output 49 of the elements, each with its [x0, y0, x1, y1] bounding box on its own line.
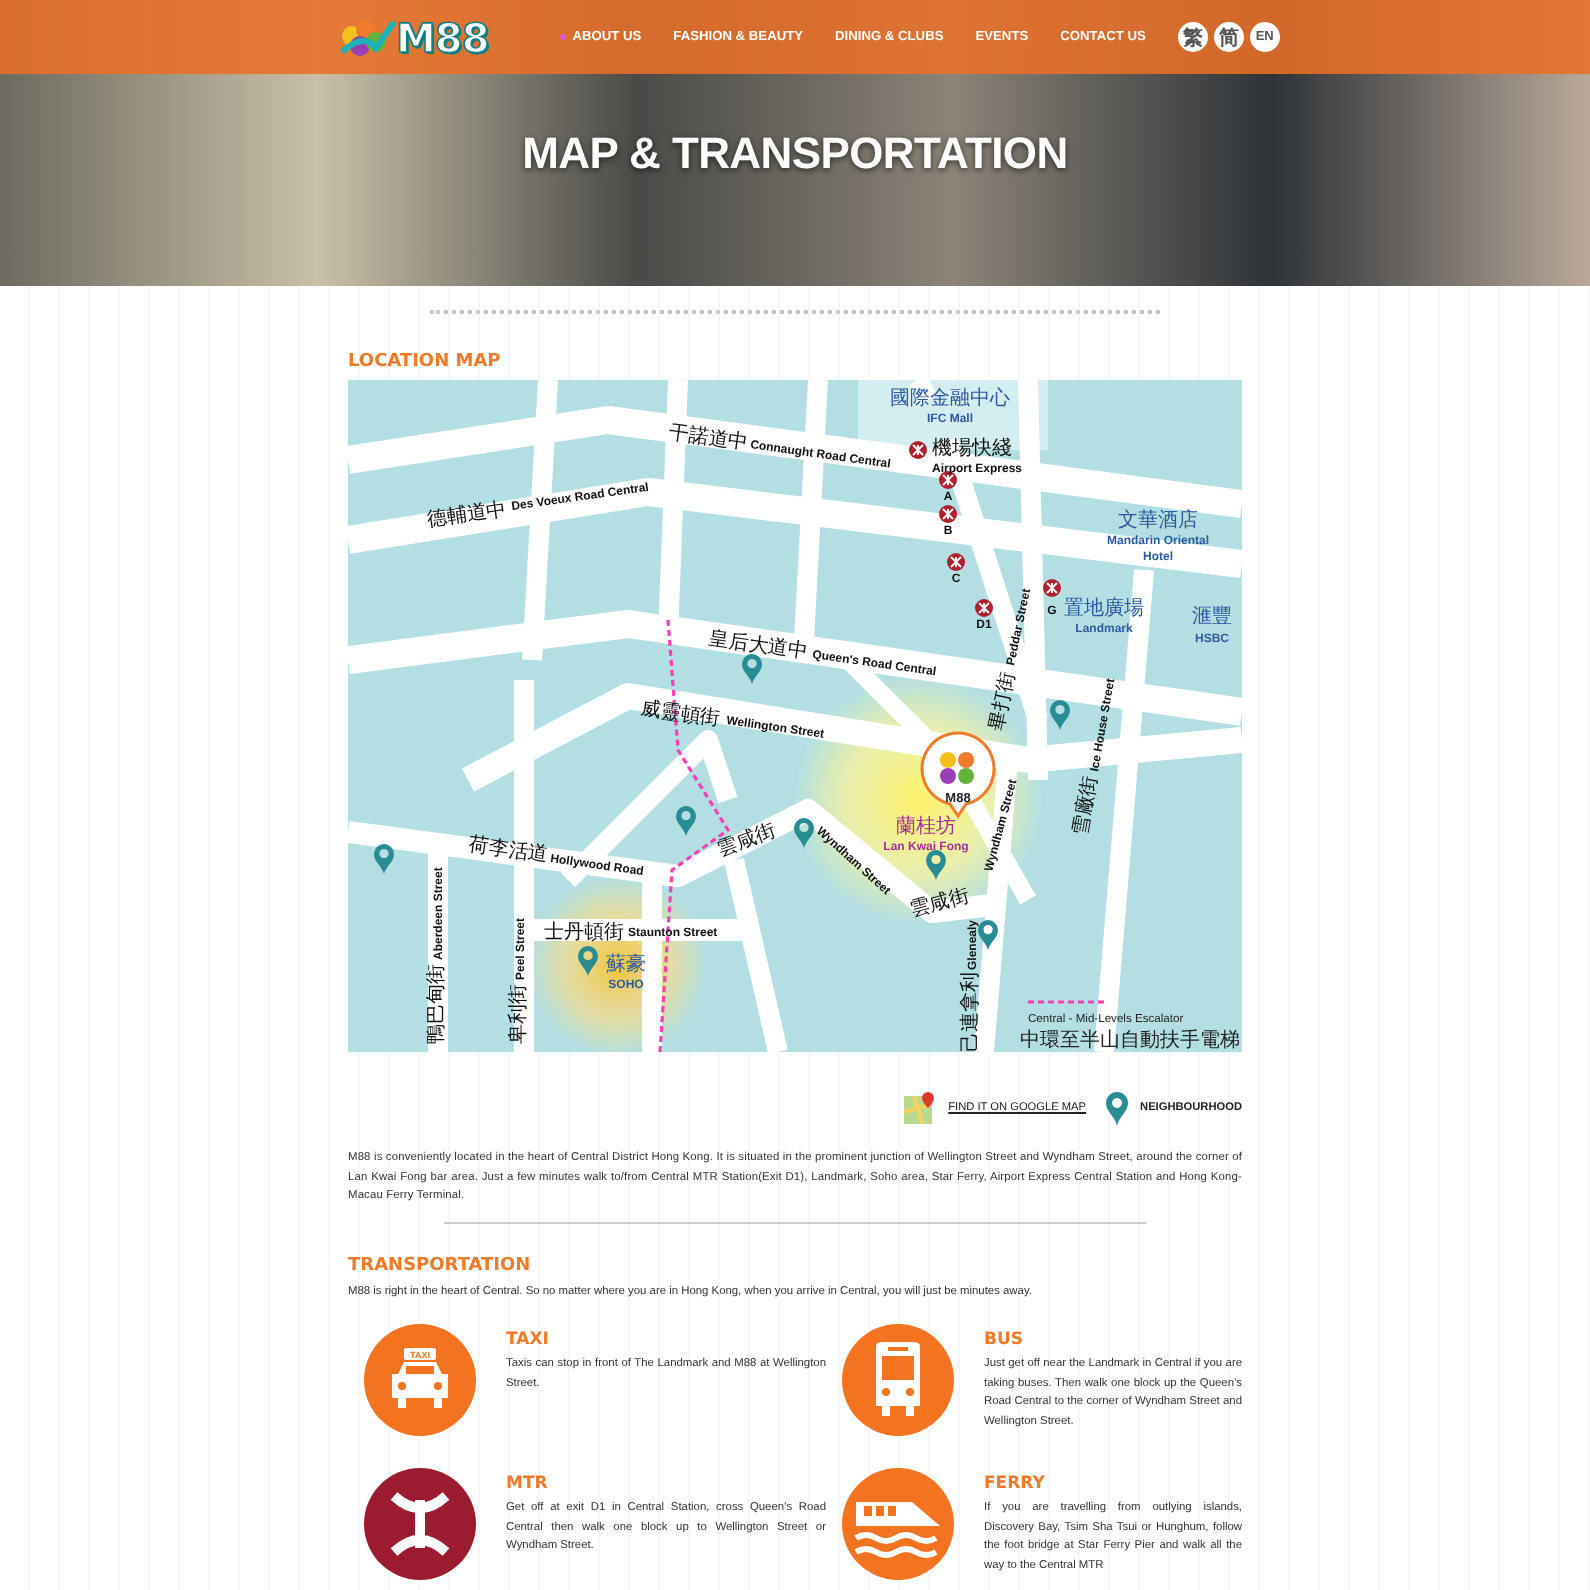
- map-label: 國際金融中心: [890, 388, 1010, 410]
- map-label: 皇后大道中: [707, 628, 810, 664]
- legend-label: 中環至半山自動扶手電梯: [1020, 1030, 1240, 1052]
- map-label: 文華酒店: [1118, 510, 1198, 532]
- escalator-legend-line: [1028, 1000, 1108, 1004]
- map-label: 畢打街: [986, 670, 1021, 734]
- transport-title: FERRY: [984, 1474, 1047, 1495]
- map-label: 荷李活道: [467, 834, 550, 868]
- map-label: 士丹頓街: [544, 922, 624, 944]
- map-icon: [904, 1092, 937, 1124]
- map-label: 蘭桂坊: [896, 816, 956, 838]
- map-label: 雲咸街: [714, 820, 779, 862]
- map-label: 卑利街: [508, 984, 530, 1044]
- mtr-station-icon: [939, 471, 957, 489]
- mtr-station-icon: [939, 505, 957, 523]
- section-heading: TRANSPORTATION: [348, 1256, 533, 1277]
- map-label: 干諾道中: [667, 422, 750, 456]
- map-pin-icon: [1050, 700, 1070, 730]
- map-label: 己連拿利: [960, 972, 982, 1052]
- map-label: 滙豐: [1192, 606, 1232, 628]
- logo-swirl-icon: [340, 15, 396, 59]
- mtr-station-icon: [947, 553, 965, 571]
- map-label: 機場快綫: [932, 438, 1012, 460]
- mtr-station-icon: [1043, 579, 1061, 597]
- map-pin-icon: [578, 946, 598, 976]
- mtr-station-icon: [909, 441, 927, 459]
- mtr-logo-icon: [390, 1492, 450, 1557]
- map-pin-icon: [794, 818, 814, 848]
- language-button[interactable]: 简: [1213, 22, 1244, 52]
- map-pin-icon: [978, 920, 998, 950]
- section-heading: LOCATION MAP: [348, 352, 503, 372]
- logo[interactable]: M88: [396, 13, 489, 61]
- language-button[interactable]: 繁: [1177, 22, 1208, 52]
- map-label: 鴨巴甸街: [426, 964, 448, 1044]
- transport-title: TAXI: [506, 1330, 551, 1351]
- map-label: 雪廠街: [1070, 774, 1103, 838]
- map-label: 德輔道中: [425, 499, 509, 532]
- map-pin-icon: [1106, 1091, 1129, 1125]
- map-pin-icon: [676, 806, 696, 836]
- map-label: 威靈頓街: [639, 698, 722, 732]
- map-label: 雲咸街: [907, 885, 972, 922]
- mtr-station-icon: [975, 599, 993, 617]
- transport-title: MTR: [506, 1474, 550, 1495]
- map-label: 置地廣場: [1064, 598, 1144, 620]
- transport-title: BUS: [984, 1330, 1026, 1351]
- map-pin-icon: [742, 654, 762, 684]
- map-pin-icon: [926, 850, 946, 880]
- map-pin-icon: [374, 844, 394, 874]
- page-title: MAP & TRANSPORTATION: [522, 128, 1068, 180]
